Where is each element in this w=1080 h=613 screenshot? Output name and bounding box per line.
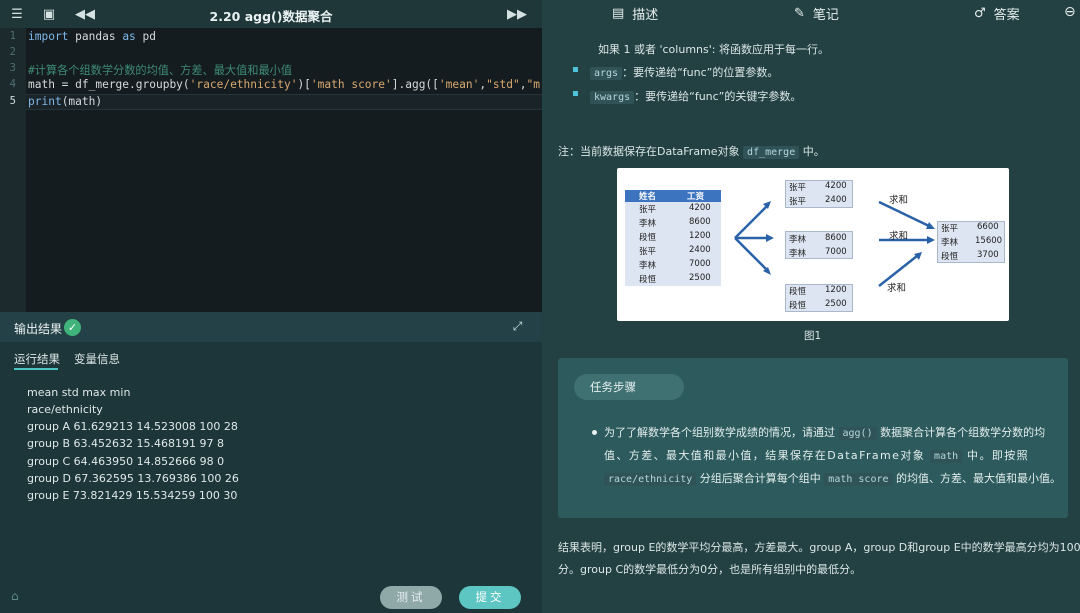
figure-cell: 7000	[825, 247, 847, 257]
sum-label: 求和	[887, 283, 907, 294]
line-number: 1	[9, 30, 16, 42]
figure-cell: 段恒	[789, 301, 807, 311]
figure-cell: 段恒	[789, 287, 807, 297]
output-line: group D 67.362595 13.769386 100 26	[27, 472, 239, 485]
figure-cell: 6600	[977, 222, 999, 232]
task-line: race/ethnicity 分组后聚合计算每个组中 math score 的均…	[604, 470, 1061, 486]
sum-label: 求和	[889, 231, 909, 242]
figure-cell: 张平	[789, 197, 807, 207]
file-title: 2.20 agg()数据聚合	[209, 9, 333, 24]
line-number: 2	[9, 46, 16, 58]
figure-cell: 4200	[689, 203, 711, 213]
tab-notes[interactable]: ✎ 笔记	[794, 4, 839, 23]
task-line: 值、方差、最大值和最小值，结果保存在DataFrame对象 math 中。即按照	[604, 449, 1030, 463]
code-panel: ☰ ▣ ◀◀ 2.20 agg()数据聚合 ▶▶ 1 2 3 4 5 impor…	[0, 0, 542, 613]
task-title: 任务步骤	[574, 374, 684, 400]
key-icon: ♂	[974, 6, 986, 21]
code-editor[interactable]: 1 2 3 4 5 import pandas as pd #计算各个组数学分数…	[0, 28, 542, 312]
test-button[interactable]: 测试	[380, 586, 442, 609]
figure-cell: 李林	[789, 249, 807, 259]
description-panel: ▤ 描述 ✎ 笔记 ♂ 答案 ⊖ 如果 1 或者 'columns': 将函数应用于每…	[542, 0, 1080, 613]
output-body: 运行结果 变量信息 mean std max min race/ethnicit…	[0, 342, 542, 613]
bullet	[573, 67, 578, 72]
data-note: 注：当前数据保存在DataFrame对象 df_merge 中。	[558, 145, 825, 159]
figure-cell: 张平	[639, 205, 657, 215]
robot-icon[interactable]: ⌂	[11, 589, 26, 604]
output-line: mean std max min	[27, 386, 131, 399]
figure-cell: 李林	[941, 238, 959, 248]
code-line-3: #计算各个组数学分数的均值、方差、最大值和最小值	[28, 64, 293, 77]
kwargs-line: kwargs ：要传递给“func”的关键字参数。	[590, 88, 801, 104]
line-number: 4	[9, 78, 16, 90]
tab-run-result[interactable]: 运行结果	[14, 351, 60, 367]
figure-cell: 李林	[639, 219, 657, 229]
figure-cell: 张平	[639, 247, 657, 257]
line-number: 5	[9, 95, 16, 107]
task-card: 任务步骤 为了了解数学各个组别数学成绩的情况，请通过 agg() 数据聚合计算各…	[558, 358, 1068, 518]
conclusion-line: 结果表明，group E的数学平均分最高，方差最大。group A，group …	[558, 541, 1080, 554]
figure-cell: 7000	[689, 259, 711, 269]
code-line-5: print(math)	[28, 95, 103, 108]
current-line-highlight	[26, 94, 542, 110]
figure-cell: 2500	[825, 299, 847, 309]
editor-toolbar: ☰ ▣ ◀◀ 2.20 agg()数据聚合 ▶▶	[0, 0, 542, 28]
active-tab-underline	[14, 368, 58, 370]
right-tabs: ▤ 描述 ✎ 笔记 ♂ 答案 ⊖	[542, 0, 1080, 26]
expand-icon[interactable]: ⤢	[510, 319, 525, 334]
tab-answer[interactable]: ♂ 答案	[974, 4, 1020, 23]
sum-label: 求和	[889, 195, 909, 206]
success-check-icon: ✓	[64, 319, 81, 336]
param-line: 如果 1 或者 'columns': 将函数应用于每一行。	[598, 43, 829, 56]
bullet	[592, 430, 597, 435]
task-line: 为了了解数学各个组别数学成绩的情况，请通过 agg() 数据聚合计算各个组数学分…	[604, 426, 1046, 440]
figure-cell: 2400	[825, 195, 847, 205]
tab-variables[interactable]: 变量信息	[74, 351, 120, 367]
figure-cell: 1200	[689, 231, 711, 241]
groupby-figure: 姓名 工资 张平 4200 李林 8600 段恒 1200 张平 2400 李林…	[617, 168, 1009, 321]
figure-cell: 段恒	[941, 252, 959, 262]
code-line-4: math = df_merge.groupby('race/ethnicity'…	[28, 78, 540, 91]
line-number: 3	[9, 62, 16, 74]
figure-cell: 2500	[689, 273, 711, 283]
figure-cell: 15600	[975, 236, 1003, 246]
figure-cell: 李林	[789, 235, 807, 245]
figure-cell: 8600	[825, 233, 847, 243]
bullet	[573, 91, 578, 96]
figure-cell: 3700	[977, 250, 999, 260]
output-header: 输出结果 ✓ ⤢	[0, 312, 542, 342]
figure-cell: 8600	[689, 217, 711, 227]
figure-caption: 图1	[804, 330, 822, 342]
output-line: group B 63.452632 15.468191 97 8	[27, 437, 224, 450]
args-line: args ：要传递给“func”的位置参数。	[590, 64, 778, 80]
document-icon: ▤	[612, 6, 625, 21]
edit-icon: ✎	[794, 6, 805, 21]
header-name: 姓名	[639, 192, 657, 202]
figure-cell: 1200	[825, 285, 847, 295]
figure-cell: 李林	[639, 261, 657, 271]
tab-describe[interactable]: ▤ 描述	[612, 4, 658, 23]
figure-cell: 张平	[789, 183, 807, 193]
submit-button[interactable]: 提交	[459, 586, 521, 609]
output-line: group E 73.821429 15.534259 100 30	[27, 489, 238, 502]
figure-cell: 段恒	[639, 233, 657, 243]
conclusion-line: 分。group C的数学最低分为0分，也是所有组别中的最低分。	[558, 563, 862, 576]
output-line: race/ethnicity	[27, 403, 103, 416]
output-line: group A 61.629213 14.523008 100 28	[27, 420, 238, 433]
code-line-1: import pandas as pd	[28, 30, 157, 43]
figure-cell: 2400	[689, 245, 711, 255]
header-salary: 工资	[687, 192, 705, 202]
exit-icon[interactable]: ⊖	[1064, 4, 1076, 20]
figure-cell: 段恒	[639, 275, 657, 285]
output-title: 输出结果	[14, 322, 63, 336]
figure-cell: 4200	[825, 181, 847, 191]
figure-cell: 张平	[941, 224, 959, 234]
output-line: group C 64.463950 14.852666 98 0	[27, 455, 225, 468]
forward-icon[interactable]: ▶▶	[507, 5, 527, 23]
